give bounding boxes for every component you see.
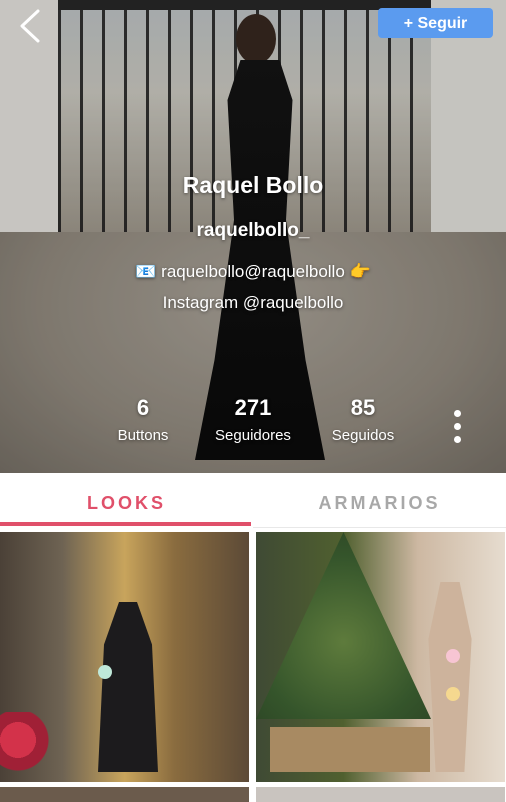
look-thumbnail[interactable] <box>0 787 249 802</box>
active-tab-indicator <box>0 522 251 526</box>
follow-button[interactable]: + Seguir <box>378 8 493 38</box>
look-thumbnail[interactable] <box>0 532 249 782</box>
profile-bio-email: 📧 raquelbollo@raquelbollo 👉 <box>135 262 371 281</box>
more-vertical-icon <box>446 410 468 443</box>
stat-following[interactable]: 85 Seguidos <box>313 395 413 444</box>
stat-followers-count: 271 <box>234 395 272 420</box>
stat-buttons[interactable]: 6 Buttons <box>93 395 193 444</box>
more-options-button[interactable] <box>446 410 468 450</box>
stat-followers-label: Seguidores <box>215 427 291 444</box>
stat-buttons-count: 6 <box>136 395 150 420</box>
tab-armarios[interactable]: ARMARIOS <box>253 473 506 530</box>
product-tag-dot[interactable] <box>446 687 460 701</box>
stat-following-count: 85 <box>350 395 376 420</box>
product-tag-dot[interactable] <box>446 649 460 663</box>
look-thumbnail[interactable] <box>256 532 505 782</box>
look-thumbnail[interactable] <box>256 787 505 802</box>
back-button[interactable] <box>16 8 46 44</box>
profile-handle: raquelbollo_ <box>196 220 310 241</box>
stat-followers[interactable]: 271 Seguidores <box>203 395 303 444</box>
stat-buttons-label: Buttons <box>117 427 169 444</box>
chevron-left-icon <box>20 9 40 43</box>
profile-bio-instagram: Instagram @raquelbollo <box>162 293 344 312</box>
profile-name: Raquel Bollo <box>182 172 324 198</box>
product-tag-dot[interactable] <box>98 665 112 679</box>
stat-following-label: Seguidos <box>331 427 395 444</box>
